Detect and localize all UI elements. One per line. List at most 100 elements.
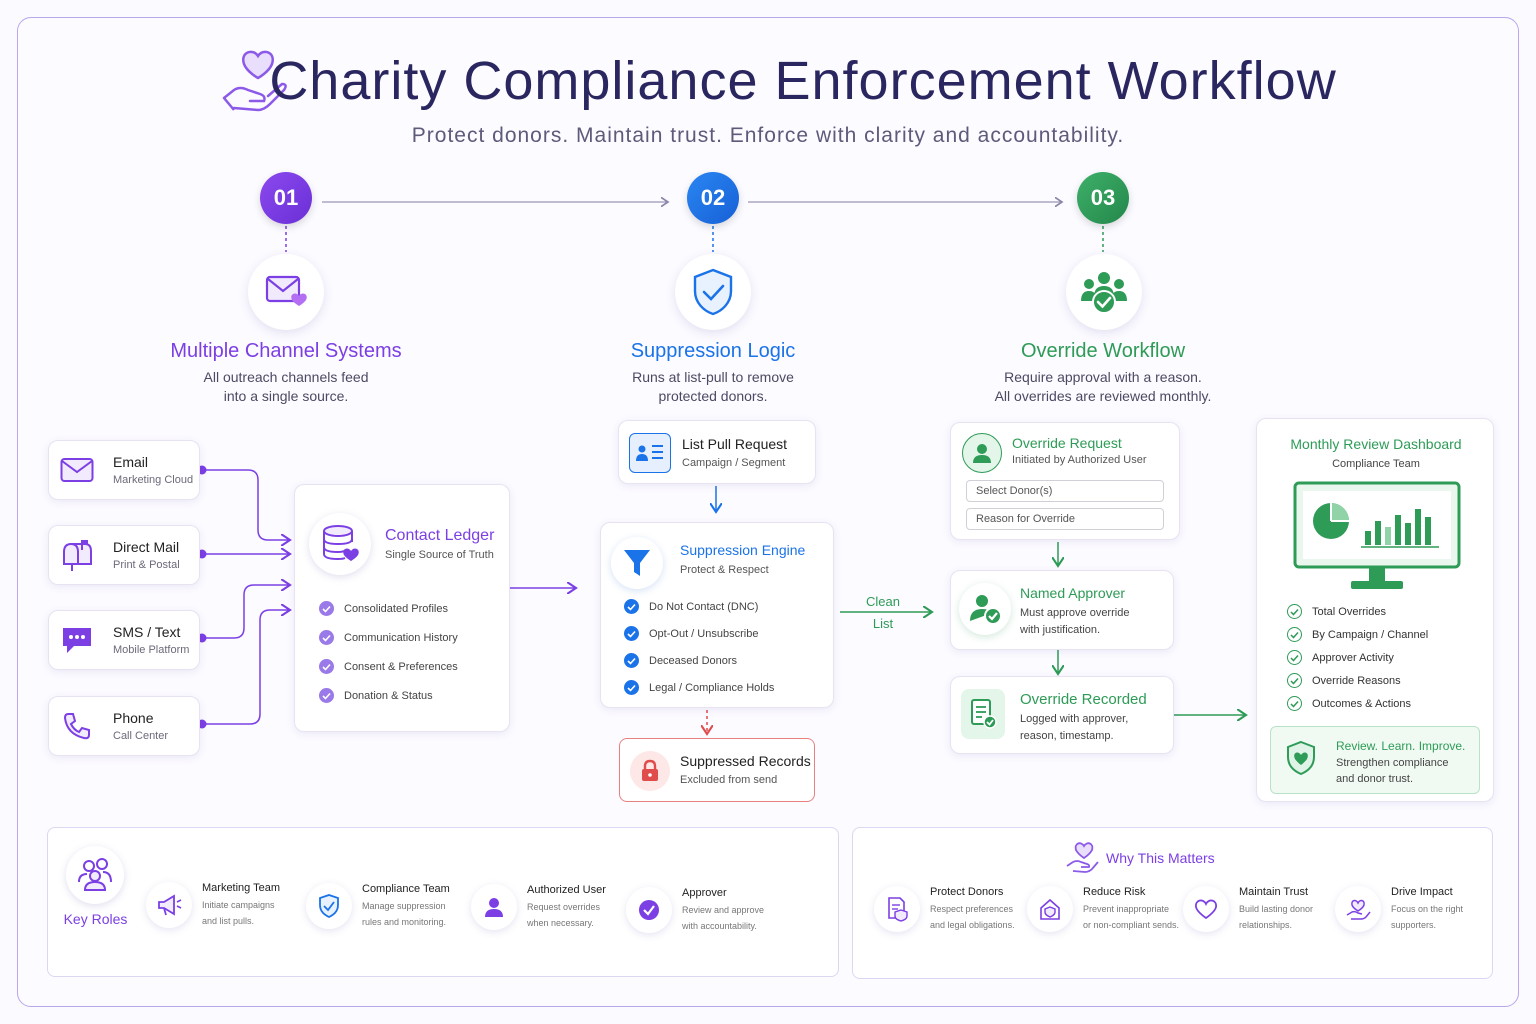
- channel-sms[interactable]: SMS / Text Mobile Platform: [48, 610, 200, 670]
- house-shield-icon: [1027, 886, 1073, 932]
- callout-line-2: and donor trust.: [1336, 773, 1414, 785]
- list-item: Do Not Contact (DNC): [624, 593, 829, 620]
- channel-sub: Mobile Platform: [113, 644, 190, 656]
- step-3-desc-2: All overrides are reviewed monthly.: [994, 388, 1212, 404]
- named-approver-card[interactable]: Named Approver Must approve override wit…: [950, 570, 1174, 650]
- page-subtitle: Protect donors. Maintain trust. Enforce …: [411, 124, 1125, 147]
- channel-title: Email: [113, 454, 149, 470]
- list-pull-sub: Campaign / Segment: [682, 457, 786, 469]
- list-item: Override Reasons: [1287, 669, 1487, 692]
- shield-icon: [306, 883, 352, 929]
- recorded-title: Override Recorded: [1020, 691, 1147, 708]
- approver-line-1: Must approve override: [1020, 607, 1130, 619]
- lock-icon: [630, 751, 670, 791]
- check-icon: [624, 599, 639, 614]
- step-1-badge: 01: [260, 172, 312, 224]
- page-title: Charity Compliance Enforcement Workflow: [269, 51, 1337, 111]
- list-item: Consent & Preferences: [319, 652, 509, 681]
- override-recorded-card[interactable]: Override Recorded Logged with approver, …: [950, 676, 1174, 754]
- key-roles-panel: Key Roles Marketing Team Initiate campaig…: [47, 827, 839, 977]
- step-2-badge: 02: [687, 172, 739, 224]
- list-pull-request-card[interactable]: List Pull Request Campaign / Segment: [618, 420, 816, 484]
- channel-direct-mail[interactable]: Direct Mail Print & Postal: [48, 525, 200, 585]
- suppressed-records-card[interactable]: Suppressed Records Excluded from send: [619, 738, 815, 802]
- list-item: Consolidated Profiles: [319, 594, 509, 623]
- channel-email[interactable]: Email Marketing Cloud: [48, 440, 200, 500]
- hand-heart-icon: [1065, 840, 1099, 879]
- heart-icon: [1183, 886, 1229, 932]
- channel-phone[interactable]: Phone Call Center: [48, 696, 200, 756]
- channel-title: SMS / Text: [113, 624, 181, 640]
- role-title: Marketing Team: [202, 882, 281, 894]
- document-check-icon: [961, 689, 1005, 739]
- step-1-desc-2: into a single source.: [223, 388, 349, 404]
- role-authorized-user: Authorized User Request overrides when nec…: [471, 884, 606, 931]
- why-drive-impact: Drive Impact Focus on the right supporters…: [1335, 886, 1463, 933]
- list-item: Approver Activity: [1287, 646, 1487, 669]
- why-item-title: Reduce Risk: [1083, 886, 1146, 898]
- override-request-sub: Initiated by Authorized User: [1012, 454, 1147, 466]
- suppressed-sub: Excluded from send: [680, 774, 778, 786]
- ledger-title: Contact Ledger: [385, 527, 495, 544]
- user-icon: [471, 884, 517, 930]
- review-callout: Review. Learn. Improve. Strengthen compl…: [1270, 726, 1480, 794]
- team-check-icon: [1066, 254, 1142, 330]
- suppression-engine-card[interactable]: Suppression Engine Protect & Respect Do …: [600, 522, 834, 708]
- step-2-desc-2: protected donors.: [658, 388, 768, 404]
- check-icon: [624, 680, 639, 695]
- check-icon: [319, 630, 334, 645]
- chat-icon: [59, 622, 95, 658]
- list-item: Opt-Out / Unsubscribe: [624, 620, 829, 647]
- step-3-desc-1: Require approval with a reason.: [1004, 369, 1202, 385]
- monthly-review-dashboard-card[interactable]: Monthly Review Dashboard Compliance Team…: [1256, 418, 1494, 802]
- step-1-title: Multiple Channel Systems: [170, 340, 402, 362]
- why-reduce-risk: Reduce Risk Prevent inappropriate or non-c…: [1027, 886, 1179, 933]
- channel-sub: Marketing Cloud: [113, 474, 194, 486]
- reason-for-override-field[interactable]: Reason for Override: [966, 508, 1164, 530]
- mailbox-icon: [59, 537, 95, 573]
- approver-check-icon: [959, 583, 1011, 635]
- step-3-title: Override Workflow: [1020, 340, 1186, 362]
- check-circle-icon: [1287, 696, 1302, 711]
- engine-sub: Protect & Respect: [680, 564, 769, 576]
- contact-ledger-card[interactable]: Contact Ledger Single Source of Truth Co…: [294, 484, 510, 732]
- suppressed-title: Suppressed Records: [680, 753, 811, 769]
- check-circle-icon: [1287, 627, 1302, 642]
- dashboard-list: Total Overrides By Campaign / Channel Ap…: [1287, 600, 1487, 715]
- why-item-title: Protect Donors: [930, 886, 1004, 898]
- check-icon: [624, 626, 639, 641]
- channel-title: Phone: [113, 710, 154, 726]
- mail-heart-icon: [248, 254, 324, 330]
- list-item: Outcomes & Actions: [1287, 692, 1487, 715]
- role-title: Authorized User: [527, 884, 606, 896]
- why-item-title: Maintain Trust: [1239, 886, 1309, 898]
- role-approver: Approver Review and approve with accountab…: [626, 887, 764, 934]
- megaphone-icon: [146, 882, 192, 928]
- role-compliance-team: Compliance Team Manage suppression rules a…: [306, 883, 450, 930]
- document-shield-icon: [874, 886, 920, 932]
- select-donors-field[interactable]: Select Donor(s): [966, 480, 1164, 502]
- phone-icon: [59, 708, 95, 744]
- engine-title: Suppression Engine: [680, 542, 806, 558]
- list-item: Donation & Status: [319, 681, 509, 710]
- why-item-title: Drive Impact: [1391, 886, 1453, 898]
- why-maintain-trust: Maintain Trust Build lasting donor relatio…: [1183, 886, 1313, 933]
- check-icon: [319, 659, 334, 674]
- override-request-card[interactable]: Override Request Initiated by Authorized…: [950, 422, 1180, 540]
- step-2-desc-1: Runs at list-pull to remove: [632, 369, 794, 385]
- approver-line-2: with justification.: [1020, 624, 1101, 636]
- dashboard-sub: Compliance Team: [1332, 458, 1420, 470]
- check-icon: [319, 688, 334, 703]
- ledger-list: Consolidated Profiles Communication Hist…: [319, 594, 509, 710]
- check-icon: [319, 601, 334, 616]
- list-item: Total Overrides: [1287, 600, 1487, 623]
- shield-check-icon: [675, 254, 751, 330]
- list-item: By Campaign / Channel: [1287, 623, 1487, 646]
- dashboard-title: Monthly Review Dashboard: [1290, 436, 1462, 452]
- check-icon: [624, 653, 639, 668]
- clean-list-label-1: Clean: [866, 594, 900, 609]
- database-heart-icon: [309, 513, 371, 575]
- channel-title: Direct Mail: [113, 539, 180, 555]
- step-2-title: Suppression Logic: [630, 340, 796, 362]
- role-title: Approver: [682, 887, 727, 899]
